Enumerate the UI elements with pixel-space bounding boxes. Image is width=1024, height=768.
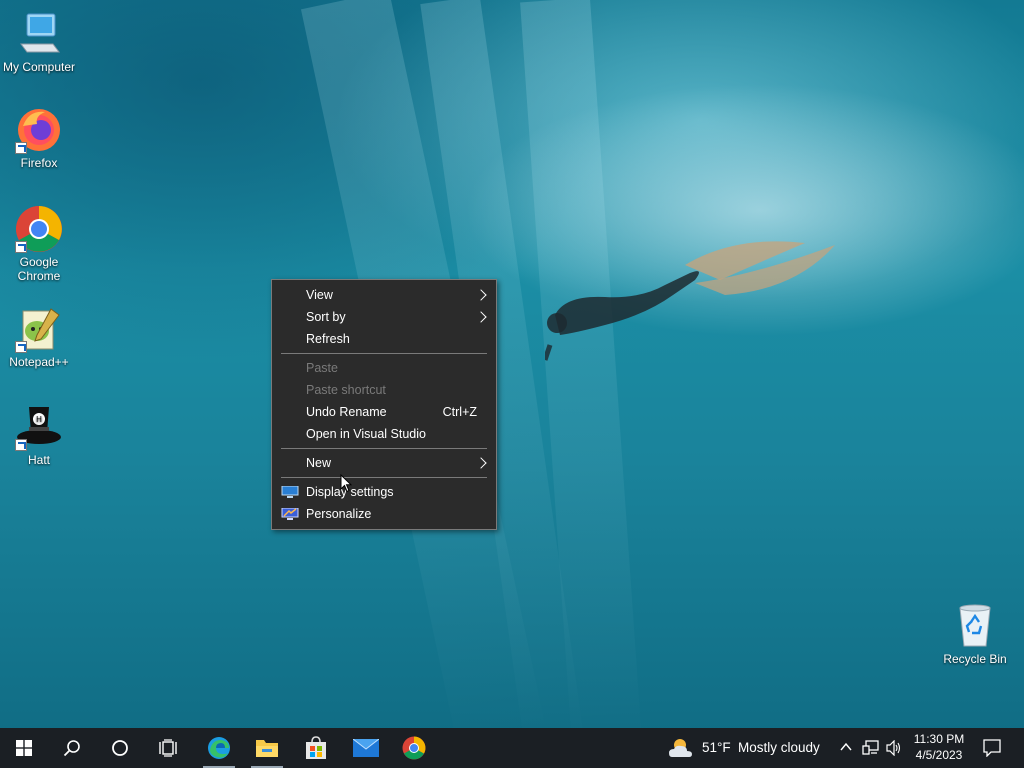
task-view-icon xyxy=(159,739,177,757)
search-icon xyxy=(63,740,80,757)
svg-text:H: H xyxy=(36,415,42,424)
shortcut-arrow-icon xyxy=(15,341,27,353)
chevron-right-icon xyxy=(475,289,487,301)
volume-icon[interactable] xyxy=(886,740,902,756)
desktop-icon-label: Hatt xyxy=(27,453,50,467)
clock-time: 11:30 PM xyxy=(913,732,965,746)
personalize-icon xyxy=(281,508,299,520)
menu-item-label: Paste shortcut xyxy=(306,383,386,397)
desktop-icon-label: Recycle Bin xyxy=(943,652,1007,666)
taskbar-app-store[interactable] xyxy=(292,728,340,768)
desktop-icon-my-computer[interactable]: My Computer xyxy=(0,10,78,74)
taskbar: 51°F Mostly cloudy 11:30 PM 4/5/2023 xyxy=(0,728,1024,768)
menu-item-label: Undo Rename xyxy=(306,405,387,419)
chrome-icon xyxy=(15,205,63,253)
menu-item-refresh[interactable]: Refresh xyxy=(272,328,496,350)
menu-item-label: Personalize xyxy=(306,507,372,521)
menu-item-new[interactable]: New xyxy=(272,452,496,474)
menu-item-display-settings[interactable]: Display settings xyxy=(272,481,496,503)
menu-item-label: Open in Visual Studio xyxy=(306,427,426,441)
desktop-icon-label: Notepad++ xyxy=(9,355,69,369)
firefox-icon xyxy=(15,106,63,154)
chevron-right-icon xyxy=(475,311,487,323)
desktop-icon-label: Google Chrome xyxy=(17,255,61,283)
clock-date: 4/5/2023 xyxy=(915,748,963,762)
mail-icon xyxy=(353,739,379,757)
chevron-right-icon xyxy=(475,457,487,469)
weather-condition: Mostly cloudy xyxy=(738,740,820,755)
desktop-icon-label: Firefox xyxy=(20,156,58,170)
cortana-icon xyxy=(112,740,128,756)
windows-logo-icon xyxy=(16,740,32,756)
menu-item-sort-by[interactable]: Sort by xyxy=(272,306,496,328)
task-view-button[interactable] xyxy=(144,728,192,768)
shortcut-arrow-icon xyxy=(15,142,27,154)
desktop-icon-notepadpp[interactable]: Notepad++ xyxy=(0,305,78,369)
recycle-bin-icon xyxy=(951,602,999,650)
search-button[interactable] xyxy=(48,728,96,768)
menu-item-label: Refresh xyxy=(306,332,350,346)
notepadpp-icon xyxy=(15,305,63,353)
chrome-icon xyxy=(402,736,426,760)
shortcut-arrow-icon xyxy=(15,439,27,451)
menu-item-paste: Paste xyxy=(272,357,496,379)
weather-temp: 51°F xyxy=(702,740,731,755)
edge-icon xyxy=(208,737,230,759)
menu-item-view[interactable]: View xyxy=(272,284,496,306)
menu-item-label: View xyxy=(306,288,333,302)
menu-separator xyxy=(281,353,487,354)
wallpaper-diver xyxy=(545,241,835,361)
desktop-icon-label: My Computer xyxy=(2,60,76,74)
display-icon xyxy=(281,486,299,498)
notifications-icon[interactable] xyxy=(983,739,1001,757)
menu-item-open-in-visual-studio[interactable]: Open in Visual Studio xyxy=(272,423,496,445)
menu-separator xyxy=(281,448,487,449)
desktop-icon-recycle-bin[interactable]: Recycle Bin xyxy=(936,602,1014,666)
start-button[interactable] xyxy=(0,728,48,768)
chevron-up-icon[interactable] xyxy=(840,742,852,752)
store-icon xyxy=(306,736,326,759)
desktop-icon-hatt[interactable]: H Hatt xyxy=(0,403,78,467)
menu-item-personalize[interactable]: Personalize xyxy=(272,503,496,525)
menu-item-label: Sort by xyxy=(306,310,346,324)
menu-item-shortcut: Ctrl+Z xyxy=(442,405,477,419)
taskbar-app-chrome[interactable] xyxy=(390,728,438,768)
menu-item-label: Paste xyxy=(306,361,338,375)
menu-separator xyxy=(281,477,487,478)
mouse-cursor-icon xyxy=(340,474,352,493)
clock[interactable]: 11:30 PM 4/5/2023 xyxy=(906,728,972,768)
desktop-icon-google-chrome[interactable]: Google Chrome xyxy=(0,205,78,283)
hatt-icon: H xyxy=(15,403,63,451)
menu-item-label: New xyxy=(306,456,332,470)
computer-icon xyxy=(15,10,63,58)
network-icon[interactable] xyxy=(862,740,880,756)
taskbar-app-mail[interactable] xyxy=(341,728,389,768)
menu-item-paste-shortcut: Paste shortcut xyxy=(272,379,496,401)
file-explorer-icon xyxy=(256,740,278,757)
weather-widget[interactable]: 51°F Mostly cloudy xyxy=(666,728,831,768)
desktop-icon-firefox[interactable]: Firefox xyxy=(0,106,78,170)
taskbar-app-edge[interactable] xyxy=(195,728,243,768)
shortcut-arrow-icon xyxy=(15,241,27,253)
desktop-context-menu: View Sort by Refresh Paste Paste shortcu… xyxy=(271,279,497,530)
cortana-button[interactable] xyxy=(96,728,144,768)
menu-item-undo-rename[interactable]: Undo Rename Ctrl+Z xyxy=(272,401,496,423)
taskbar-app-file-explorer[interactable] xyxy=(243,728,291,768)
partly-cloudy-icon xyxy=(669,739,692,757)
